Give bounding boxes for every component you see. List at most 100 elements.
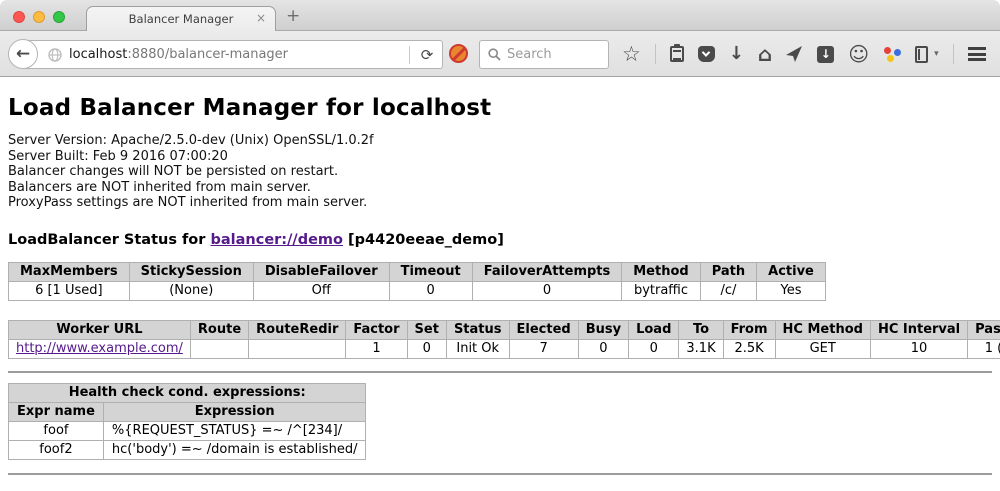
worker-url-link[interactable]: http://www.example.com/ — [16, 341, 183, 356]
persist-warning-line: Balancer changes will NOT be persisted o… — [8, 164, 992, 180]
cell-elected: 7 — [509, 339, 578, 358]
balancer-settings-table: MaxMembers StickySession DisableFailover… — [8, 262, 826, 301]
col-expression: Expression — [103, 402, 366, 421]
col-elected: Elected — [509, 320, 578, 339]
content-blocker-icon[interactable] — [449, 44, 468, 63]
cell-hc-method: GET — [775, 339, 870, 358]
cell-busy: 0 — [578, 339, 628, 358]
cell-disablefailover: Off — [253, 281, 389, 300]
new-tab-button[interactable]: + — [286, 8, 300, 25]
cell-factor: 1 — [346, 339, 407, 358]
cell-expression: hc('body') =~ /domain is established/ — [103, 440, 366, 459]
cell-failoverattempts: 0 — [472, 281, 622, 300]
cell-expression: %{REQUEST_STATUS} =~ /^[234]/ — [103, 421, 366, 440]
balancer-demo-link[interactable]: balancer://demo — [210, 232, 343, 248]
cell-expr-name: foof2 — [9, 440, 104, 459]
col-status: Status — [446, 320, 509, 339]
pocket-icon[interactable] — [698, 46, 715, 62]
col-timeout: Timeout — [389, 262, 472, 281]
close-tab-icon[interactable]: × — [256, 11, 266, 25]
back-arrow-icon: ← — [16, 44, 30, 64]
zoom-window-button[interactable] — [53, 11, 65, 23]
downloads-icon[interactable]: ↓ — [729, 39, 744, 69]
table-header-row: Worker URL Route RouteRedir Factor Set S… — [9, 320, 1000, 339]
minimize-window-button[interactable] — [33, 11, 45, 23]
inherit-warning-line: Balancers are NOT inherited from main se… — [8, 180, 992, 196]
col-hc-method: HC Method — [775, 320, 870, 339]
browser-tab[interactable]: Balancer Manager × — [86, 6, 276, 31]
col-busy: Busy — [578, 320, 628, 339]
table-header-row: MaxMembers StickySession DisableFailover… — [9, 262, 826, 281]
navigation-toolbar: ← localhost:8880/balancer-manager ⟳ ☆ — [0, 31, 1000, 77]
save-page-icon[interactable]: ↓ — [817, 46, 834, 63]
col-from: From — [723, 320, 775, 339]
cell-to: 3.1K — [679, 339, 723, 358]
browser-window: Balancer Manager × + ← localhost:8880/ba… — [0, 0, 1000, 491]
save-page-arrow: ↓ — [821, 47, 831, 61]
reload-button[interactable]: ⟳ — [412, 46, 442, 64]
col-method: Method — [622, 262, 700, 281]
window-controls — [13, 11, 65, 23]
url-path: :8880/balancer-manager — [127, 47, 288, 62]
server-info: Server Version: Apache/2.5.0-dev (Unix) … — [8, 133, 992, 211]
cell-set: 0 — [407, 339, 446, 358]
col-expr-name: Expr name — [9, 402, 104, 421]
search-input[interactable] — [507, 47, 597, 62]
table-row: 6 [1 Used] (None) Off 0 0 bytraffic /c/ … — [9, 281, 826, 300]
titlebar: Balancer Manager × + — [0, 0, 1000, 31]
col-hc-interval: HC Interval — [870, 320, 967, 339]
cell-stickysession: (None) — [129, 281, 253, 300]
horizontal-rule — [8, 371, 992, 373]
server-built-line: Server Built: Feb 9 2016 07:00:20 — [8, 149, 992, 165]
col-route: Route — [190, 320, 248, 339]
url-text[interactable]: localhost:8880/balancer-manager — [69, 47, 407, 62]
bookmark-star-icon[interactable]: ☆ — [622, 39, 641, 69]
home-icon[interactable]: ⌂ — [758, 39, 772, 69]
cell-worker-url: http://www.example.com/ — [9, 339, 191, 358]
cell-active: Yes — [757, 281, 826, 300]
col-failoverattempts: FailoverAttempts — [472, 262, 622, 281]
cell-status: Init Ok — [446, 339, 509, 358]
cell-path: /c/ — [700, 281, 756, 300]
col-stickysession: StickySession — [129, 262, 253, 281]
horizontal-rule — [8, 473, 992, 475]
table-header-row: Expr name Expression — [9, 402, 366, 421]
back-button[interactable]: ← — [8, 39, 38, 69]
table-row: foof %{REQUEST_STATUS} =~ /^[234]/ — [9, 421, 366, 440]
cell-timeout: 0 — [389, 281, 472, 300]
cell-from: 2.5K — [723, 339, 775, 358]
clipboard-icon[interactable] — [670, 46, 684, 62]
page-title: Load Balancer Manager for localhost — [8, 95, 992, 121]
loadbalancer-status-heading: LoadBalancer Status for balancer://demo … — [8, 232, 992, 248]
cell-method: bytraffic — [622, 281, 700, 300]
cell-route — [190, 339, 248, 358]
cell-expr-name: foof — [9, 421, 104, 440]
page-content: Load Balancer Manager for localhost Serv… — [0, 77, 1000, 491]
menu-icon[interactable] — [968, 47, 986, 61]
cell-maxmembers: 6 [1 Used] — [9, 281, 130, 300]
url-host: localhost — [69, 47, 127, 62]
feedback-smiley-icon[interactable]: ☺ — [848, 39, 869, 69]
send-tab-icon[interactable] — [786, 46, 803, 62]
close-window-button[interactable] — [13, 11, 25, 23]
cell-load: 0 — [629, 339, 679, 358]
search-icon — [488, 48, 501, 61]
toolbar-divider — [655, 44, 656, 64]
col-routeredir: RouteRedir — [249, 320, 346, 339]
col-path: Path — [700, 262, 756, 281]
col-load: Load — [629, 320, 679, 339]
url-divider — [409, 46, 410, 64]
url-bar[interactable]: localhost:8880/balancer-manager ⟳ — [23, 40, 443, 69]
col-set: Set — [407, 320, 446, 339]
col-maxmembers: MaxMembers — [9, 262, 130, 281]
server-version-line: Server Version: Apache/2.5.0-dev (Unix) … — [8, 133, 992, 149]
search-bar[interactable] — [479, 40, 609, 69]
col-worker-url: Worker URL — [9, 320, 191, 339]
health-table-title: Health check cond. expressions: — [9, 383, 366, 402]
container-icon[interactable] — [915, 46, 928, 63]
worker-status-table: Worker URL Route RouteRedir Factor Set S… — [8, 320, 1000, 359]
chevron-down-icon[interactable]: ▾ — [934, 49, 939, 59]
table-row: http://www.example.com/ 1 0 Init Ok 7 0 … — [9, 339, 1000, 358]
table-row: foof2 hc('body') =~ /domain is establish… — [9, 440, 366, 459]
extension-dots-icon[interactable] — [883, 45, 901, 63]
